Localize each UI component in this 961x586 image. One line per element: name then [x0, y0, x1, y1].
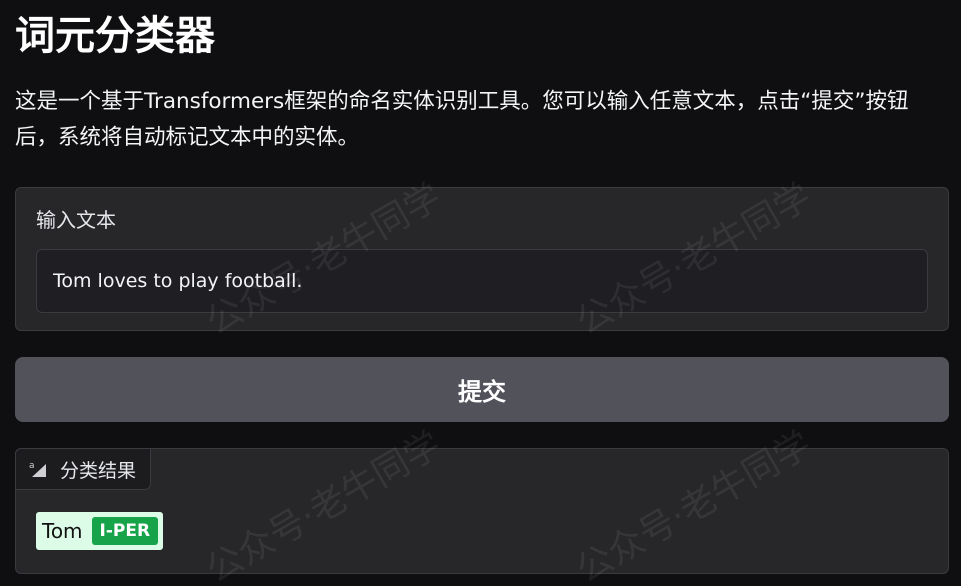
entity-chip: Tom I-PER	[36, 512, 164, 550]
text-input[interactable]	[36, 249, 928, 313]
entity-text: Tom	[42, 519, 83, 543]
text-highlight-icon: a	[29, 461, 46, 477]
app-root: 词元分类器 这是一个基于Transformers框架的命名实体识别工具。您可以输…	[15, 0, 949, 574]
submit-button[interactable]: 提交	[15, 357, 949, 422]
result-tab-label: 分类结果	[60, 459, 137, 482]
entity-label-badge: I-PER	[91, 517, 159, 545]
page-description: 这是一个基于Transformers框架的命名实体识别工具。您可以输入任意文本，…	[15, 89, 909, 150]
input-panel: 输入文本	[15, 187, 949, 331]
input-label: 输入文本	[36, 208, 116, 232]
result-tab: a 分类结果	[15, 448, 152, 490]
svg-text:a: a	[29, 461, 35, 471]
page-title: 词元分类器	[15, 13, 215, 59]
result-panel: a 分类结果 Tom I-PER	[15, 448, 949, 574]
